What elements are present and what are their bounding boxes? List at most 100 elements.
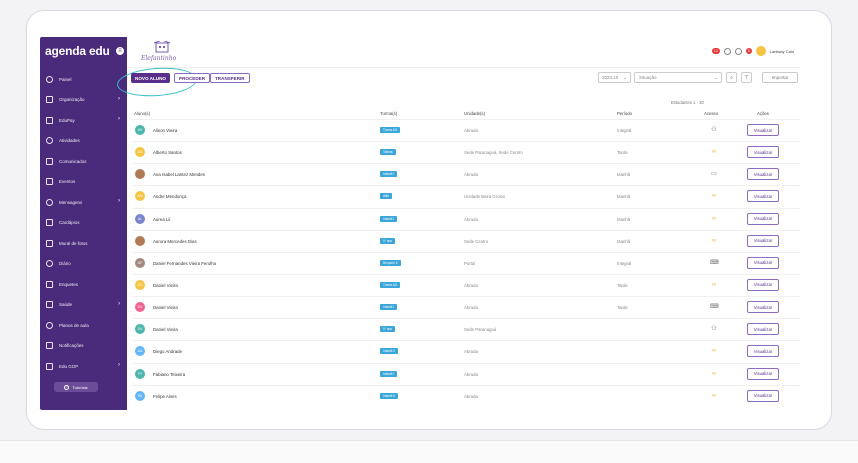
student-name[interactable]: Daniel Vieira — [153, 327, 178, 332]
student-name[interactable]: Alison Vieira — [153, 128, 177, 133]
view-button[interactable]: Visualizar — [747, 212, 779, 225]
header-student[interactable]: Aluno(s) — [134, 111, 150, 116]
student-name[interactable]: Andre Mendonça — [153, 194, 186, 199]
period-text: Manhã — [617, 194, 631, 200]
table-row[interactable]: AV Alison Vieira Turma AG Abrada Integral ⚇ Vi… — [132, 119, 800, 141]
health-icon — [46, 301, 53, 309]
header-class[interactable]: Turma(s) — [380, 111, 397, 116]
student-avatar: FA — [135, 390, 145, 401]
view-button[interactable]: Visualizar — [747, 389, 779, 402]
situation-select[interactable]: Situação ⌄ — [634, 72, 722, 83]
sidebar-item-3[interactable]: Atividades — [40, 131, 127, 152]
view-button[interactable]: Visualizar — [747, 234, 779, 247]
student-name[interactable]: Diego Andrade — [153, 349, 182, 354]
sidebar-item-1[interactable]: Organização › — [40, 90, 127, 111]
sidebar-item-label: Mensagens — [59, 199, 83, 205]
table-row[interactable]: Ana Isabel Lantez Mendes Infantil I Abrada… — [132, 163, 800, 185]
view-button[interactable]: Visualizar — [747, 367, 779, 380]
table-row[interactable]: AL Aurea Lil Infantil I Abrada Manhã ∞ Visuali… — [132, 207, 800, 230]
sidebar-item-12[interactable]: Planos de aula — [40, 315, 127, 336]
clock-icon[interactable] — [723, 47, 731, 55]
view-button[interactable]: Visualizar — [747, 345, 779, 358]
filter-button[interactable]: ⊤ — [741, 72, 752, 83]
lower-device-frame — [0, 440, 858, 463]
table-row[interactable]: DV Daniel Vieira Turma AG Abrada Tarde ∞ Visua… — [132, 273, 800, 296]
student-name[interactable]: Aurea Lil — [153, 217, 170, 222]
sidebar-item-4[interactable]: Comunicados — [40, 151, 127, 172]
table-row[interactable]: DV Daniel Vieira Infantil I Abrada Tarde ⌨ Vis… — [132, 296, 800, 318]
year-select[interactable]: 2023.10 ⌄ — [598, 72, 631, 83]
student-name[interactable]: Felipe Alves — [153, 394, 177, 399]
pay-icon — [46, 116, 53, 124]
link-icon: ∞ — [711, 215, 717, 222]
student-name[interactable]: Daniel Fernandes Vieira Ferolho — [153, 261, 216, 266]
view-button[interactable]: Visualizar — [747, 256, 779, 269]
view-button[interactable]: Visualizar — [747, 146, 779, 159]
sidebar-item-2[interactable]: EduPay › — [40, 110, 127, 131]
app-logo[interactable]: agenda edu — [45, 44, 110, 58]
student-name[interactable]: Aurora Mercedes Dias — [153, 239, 197, 244]
user-name[interactable]: Lantway Cald — [770, 49, 794, 54]
table-row[interactable]: Aurora Mercedes Dias 1º ano Sede Centro Man… — [132, 229, 800, 252]
unit-text: Abrada — [464, 371, 478, 377]
tutorial-button[interactable]: ? Tutoriais — [54, 382, 98, 392]
student-name[interactable]: Fabiano Teixeira — [153, 372, 185, 377]
sidebar-item-11[interactable]: Saúde › — [40, 295, 127, 316]
sidebar-item-10[interactable]: Enquetes — [40, 274, 127, 295]
view-button[interactable]: Visualizar — [747, 190, 779, 203]
sidebar-item-label: Painel — [59, 76, 72, 82]
student-avatar: FT — [135, 368, 145, 379]
view-button[interactable]: Visualizar — [747, 168, 779, 181]
table-row[interactable]: AS Alberto Santos Tarima Sede Paranaguá, Se… — [132, 141, 800, 163]
sidebar-item-14[interactable]: Edu GOP › — [40, 356, 127, 377]
sidebar-item-label: EduPay — [59, 117, 75, 123]
proceed-button[interactable]: PROCEDER — [174, 73, 211, 83]
import-button[interactable]: Importar — [762, 72, 798, 83]
table-row[interactable]: FA Felipe Alves Infantil II Abrada ∞ Visualiz… — [132, 384, 800, 407]
sidebar-item-label: Planos de aula — [59, 322, 89, 328]
poll-icon — [46, 280, 53, 288]
collapse-sidebar-icon[interactable]: ≡ — [116, 47, 124, 55]
table-row[interactable]: DV Daniel Vieira 1º ano Sede Paranaguá ⚇ Visu… — [132, 318, 800, 340]
sidebar-item-6[interactable]: Mensagens › — [40, 192, 127, 213]
user-avatar[interactable] — [755, 46, 766, 56]
class-badge: Infantil I — [380, 304, 398, 311]
notification-badge[interactable]: 12 — [711, 48, 720, 54]
table-row[interactable]: DF Daniel Fernandes Vieira Ferolho Berçári… — [132, 251, 800, 274]
sidebar-item-13[interactable]: Notificações — [40, 336, 127, 357]
table-row[interactable]: AM Andre Mendonça Alibi Unidade Beira Gross… — [132, 185, 800, 207]
link-icon: ∞ — [711, 348, 717, 355]
calendar-icon — [46, 178, 53, 186]
class-badge: Infantil I — [380, 215, 398, 222]
new-student-button[interactable]: NOVO ALUNO — [131, 73, 170, 83]
student-name[interactable]: Alberto Santos — [153, 150, 182, 155]
messages-icon[interactable] — [734, 47, 742, 55]
view-button[interactable]: Visualizar — [747, 323, 779, 336]
class-badge: Tarima — [380, 149, 396, 156]
period-text: Integral — [617, 260, 632, 266]
rocket-icon — [46, 362, 53, 370]
header-period[interactable]: Período — [617, 111, 632, 116]
student-name[interactable]: Daniel Vieira — [153, 305, 178, 310]
table-row[interactable]: DA Diego Andrade Infantil II Abrada ∞ Visuali… — [132, 340, 800, 362]
student-name[interactable]: Ana Isabel Lantez Mendes — [153, 172, 205, 177]
transfer-button[interactable]: TRANSFERIR — [210, 73, 250, 83]
header-unit[interactable]: Unidade(s) — [464, 111, 485, 116]
class-badge: 1º ano — [380, 326, 396, 333]
student-name[interactable]: Daniel Vieira — [153, 283, 178, 288]
laptop-icon: ⌨ — [710, 259, 719, 266]
top-bar: Elefantinho 12 8 Lantway Cald — [127, 37, 800, 68]
announcement-icon — [46, 157, 53, 165]
sidebar-item-8[interactable]: Mural de fotos — [40, 233, 127, 254]
sidebar-item-0[interactable]: Painel — [40, 69, 127, 90]
search-button[interactable]: ⌕ — [726, 72, 737, 83]
sidebar-item-9[interactable]: Diário — [40, 254, 127, 275]
header-access: Acesso — [704, 111, 719, 116]
sidebar-item-label: Saúde — [59, 302, 73, 308]
view-button[interactable]: Visualizar — [747, 301, 779, 314]
table-row[interactable]: FT Fabiano Teixeira Infantil I Abrada ∞ Visua… — [132, 362, 800, 385]
view-button[interactable]: Visualizar — [747, 124, 779, 136]
sidebar-item-7[interactable]: Cardápios — [40, 213, 127, 234]
sidebar-item-5[interactable]: Eventos — [40, 172, 127, 193]
view-button[interactable]: Visualizar — [747, 278, 779, 291]
